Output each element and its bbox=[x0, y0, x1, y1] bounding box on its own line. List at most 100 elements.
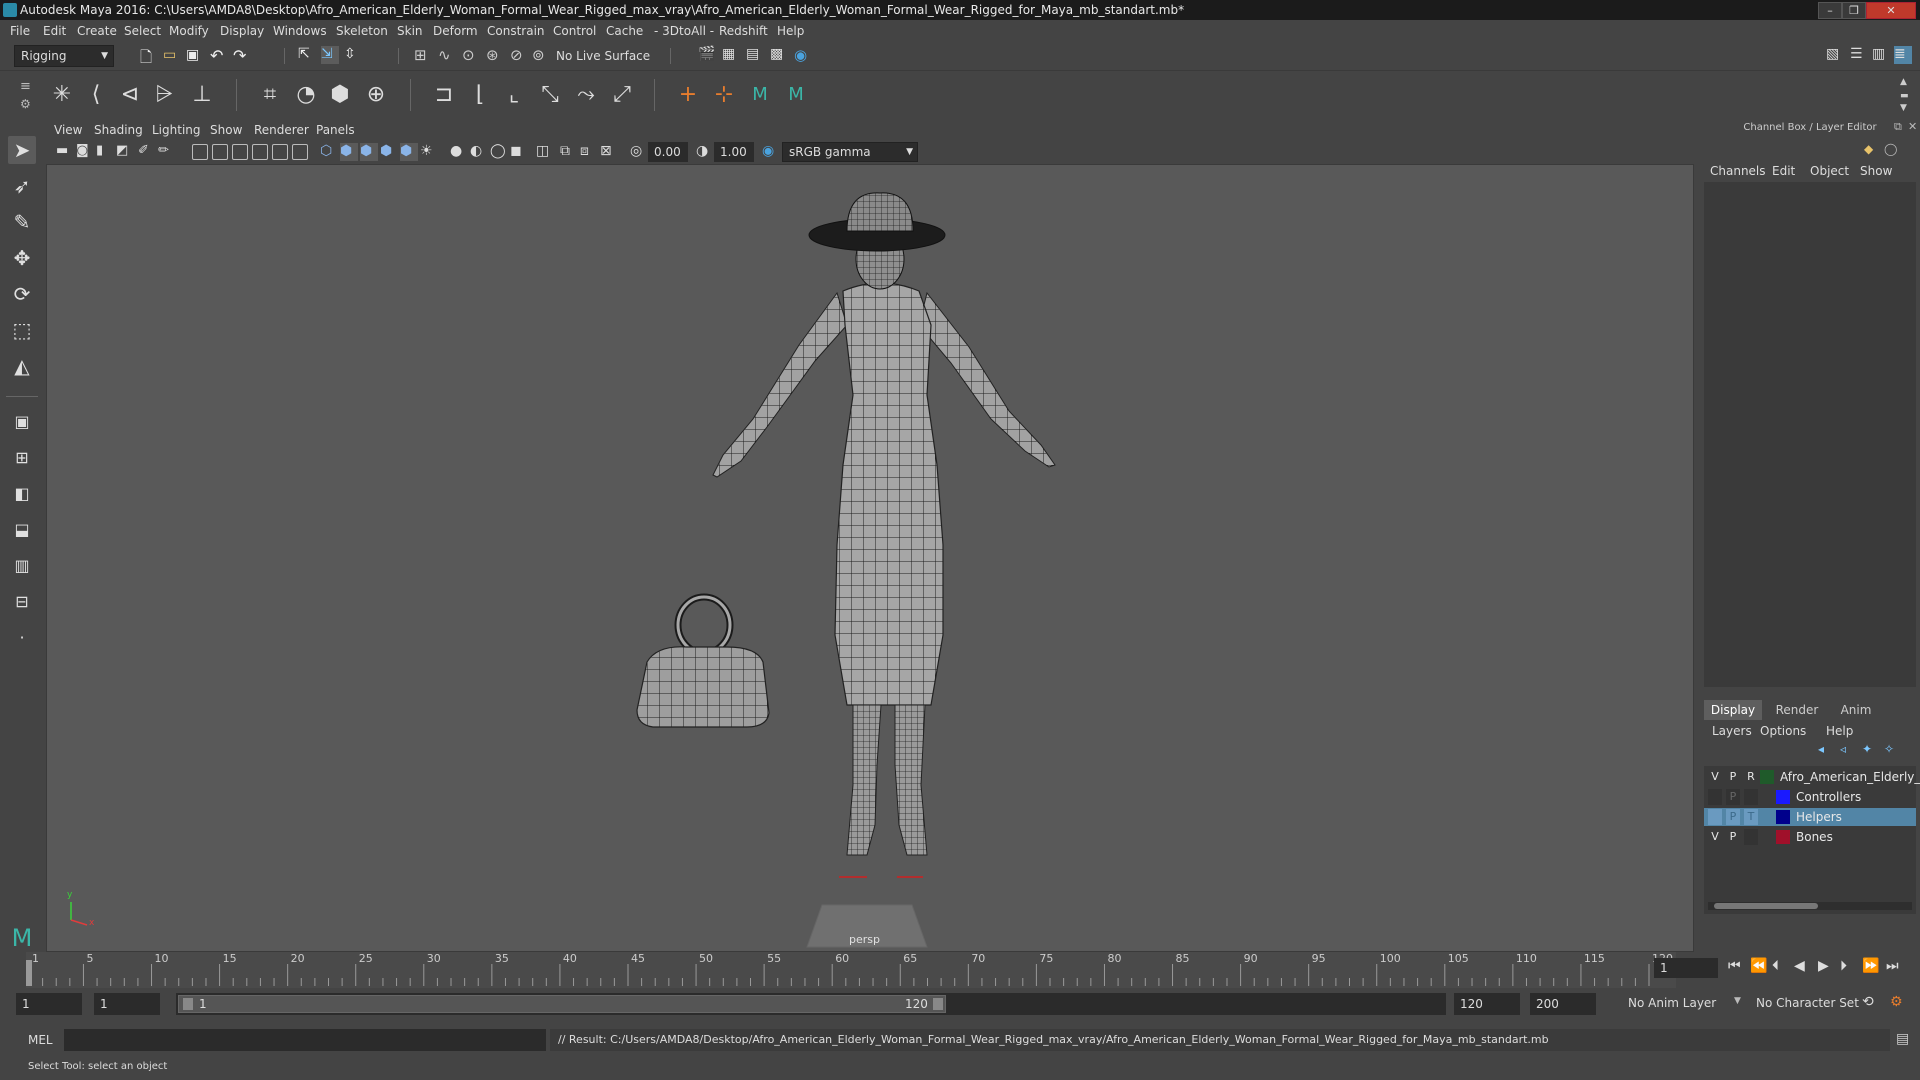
layer-menu-options[interactable]: Options bbox=[1760, 724, 1806, 738]
close-button[interactable]: ✕ bbox=[1866, 2, 1916, 19]
cluster-icon[interactable]: ⊕ bbox=[362, 81, 390, 109]
xray-joints-icon[interactable]: ⧈ bbox=[580, 143, 598, 161]
range-slider[interactable]: 1 120 bbox=[176, 993, 1446, 1015]
layer-row[interactable]: P Controllers bbox=[1704, 788, 1916, 806]
layer-visibility-toggle[interactable]: V bbox=[1708, 829, 1722, 845]
paint-skin-weights-icon[interactable]: ◔ bbox=[292, 81, 320, 109]
gamma-icon[interactable]: ◑ bbox=[696, 143, 714, 161]
menu-cache[interactable]: Cache bbox=[606, 24, 643, 38]
menu-constrain[interactable]: Constrain bbox=[487, 24, 545, 38]
view-transform-dropdown[interactable]: sRGB gamma ▼ bbox=[782, 142, 918, 162]
layer-tab-render[interactable]: Render bbox=[1766, 700, 1828, 720]
maximize-button[interactable]: ❐ bbox=[1842, 2, 1866, 19]
wireframe-icon[interactable]: ⬡ bbox=[320, 143, 338, 161]
modeling-toolkit-icon[interactable]: ▧ bbox=[1826, 46, 1844, 64]
gamma-field[interactable]: 1.00 bbox=[714, 142, 754, 162]
animation-preferences-icon[interactable]: ⚙ bbox=[1890, 994, 1903, 1010]
layer-list-scrollbar[interactable] bbox=[1708, 902, 1912, 910]
viewport-menu-lighting[interactable]: Lighting bbox=[152, 123, 201, 137]
layer-display-type-toggle[interactable]: R bbox=[1744, 769, 1758, 785]
anim-layer-dropdown[interactable]: No Anim Layer bbox=[1622, 993, 1742, 1015]
move-layer-down-icon[interactable]: ◃ bbox=[1840, 742, 1846, 756]
two-d-pan-zoom-icon[interactable]: ✐ bbox=[138, 143, 156, 161]
tool-settings-icon[interactable]: ▥ bbox=[1872, 46, 1890, 64]
channel-box-key-icon[interactable]: ◆ bbox=[1864, 142, 1873, 156]
persp-graph-layout-icon[interactable]: ⬓ bbox=[8, 516, 36, 544]
time-slider[interactable]: 1 5 10 15 20 25 30 35 40 45 50 55 60 65 70 75 80 85 90 95 10… bbox=[0, 952, 1920, 988]
layer-row[interactable]: V P R Afro_American_Elderly_W bbox=[1704, 768, 1920, 786]
menu-control[interactable]: Control bbox=[553, 24, 596, 38]
command-input[interactable] bbox=[64, 1029, 546, 1051]
viewport-menu-shading[interactable]: Shading bbox=[94, 123, 143, 137]
animation-start-field[interactable]: 1 bbox=[16, 993, 82, 1015]
persp-outliner-layout-icon[interactable]: ◧ bbox=[8, 480, 36, 508]
range-end-grip[interactable] bbox=[933, 998, 943, 1010]
layer-tab-anim[interactable]: Anim bbox=[1830, 700, 1882, 720]
layer-menu-help[interactable]: Help bbox=[1826, 724, 1853, 738]
playback-end-field[interactable]: 120 bbox=[1454, 993, 1520, 1015]
step-forward-icon[interactable]: ⏩ bbox=[1862, 958, 1879, 974]
outliner-persp-graph-layout-icon[interactable]: ▥ bbox=[8, 552, 36, 580]
layer-playback-toggle[interactable]: P bbox=[1726, 789, 1740, 805]
last-tool-icon[interactable]: ◭ bbox=[8, 352, 36, 380]
new-empty-layer-icon[interactable]: ✦ bbox=[1862, 742, 1872, 756]
layer-color-swatch[interactable] bbox=[1760, 770, 1774, 784]
character-mesh[interactable] bbox=[712, 192, 1056, 878]
menu-skin[interactable]: Skin bbox=[397, 24, 423, 38]
lasso-tool-icon[interactable]: ➶ bbox=[8, 172, 36, 200]
channel-box-options-icon[interactable]: ◯ bbox=[1884, 142, 1897, 156]
go-to-start-icon[interactable]: ⏮ bbox=[1728, 958, 1741, 974]
layer-color-swatch[interactable] bbox=[1776, 790, 1790, 804]
select-tool-icon[interactable]: ➤ bbox=[8, 136, 36, 164]
playback-start-field[interactable]: 1 bbox=[94, 993, 160, 1015]
single-perspective-layout-icon[interactable]: ▣ bbox=[8, 408, 36, 436]
field-chart-icon[interactable] bbox=[272, 144, 288, 160]
range-start-grip[interactable] bbox=[183, 998, 193, 1010]
snap-to-grid-icon[interactable]: ⊞ bbox=[414, 46, 432, 64]
textured-icon[interactable]: ⬢ bbox=[380, 143, 398, 161]
close-panel-icon[interactable]: ✕ bbox=[1908, 120, 1917, 133]
menu-redshift[interactable]: Redshift bbox=[719, 24, 768, 38]
layer-display-type-toggle[interactable] bbox=[1744, 789, 1758, 805]
collapse-toolbox-icon[interactable]: · bbox=[8, 624, 36, 652]
menu-modify[interactable]: Modify bbox=[169, 24, 209, 38]
exposure-icon[interactable]: ◎ bbox=[630, 143, 648, 161]
color-management-icon[interactable]: ◉ bbox=[762, 143, 780, 161]
scale-tool-icon[interactable]: ⬚ bbox=[8, 316, 36, 344]
paint-select-tool-icon[interactable]: ✎ bbox=[8, 208, 36, 236]
rotate-tool-icon[interactable]: ⟳ bbox=[8, 280, 36, 308]
shelf-scroll-mid-icon[interactable]: ▬ bbox=[1900, 91, 1909, 101]
isolate-select-icon[interactable]: ◫ bbox=[536, 143, 554, 161]
ik-spline-handle-icon[interactable]: ⊥ bbox=[188, 81, 216, 109]
lattice-icon[interactable]: ⬢ bbox=[326, 81, 354, 109]
step-forward-key-icon[interactable]: ⏵ bbox=[1840, 958, 1847, 974]
go-to-end-icon[interactable]: ⏭ bbox=[1886, 958, 1899, 974]
render-view-icon[interactable]: ◉ bbox=[794, 46, 812, 64]
character-set-dropdown[interactable]: No Character Set bbox=[1750, 993, 1870, 1015]
safe-action-icon[interactable] bbox=[292, 144, 308, 160]
aim-constraint-icon[interactable]: ⤳ bbox=[572, 81, 600, 109]
mirror-joint-icon[interactable]: ⊲ bbox=[116, 81, 144, 109]
render-settings-icon[interactable]: ▤ bbox=[746, 46, 764, 64]
move-tool-icon[interactable]: ✥ bbox=[8, 244, 36, 272]
create-joints-icon[interactable]: ✳ bbox=[48, 81, 76, 109]
anti-aliasing-icon[interactable]: ◯ bbox=[490, 143, 508, 161]
shelf-scroll-up-icon[interactable]: ▲ bbox=[1900, 77, 1907, 87]
select-camera-icon[interactable]: ▬ bbox=[56, 143, 74, 161]
viewport-menu-view[interactable]: View bbox=[54, 123, 82, 137]
chevron-down-icon[interactable]: ▼ bbox=[1734, 996, 1741, 1006]
layer-playback-toggle[interactable]: P bbox=[1726, 829, 1740, 845]
viewport-menu-renderer[interactable]: Renderer bbox=[254, 123, 309, 137]
viewport-menu-show[interactable]: Show bbox=[210, 123, 242, 137]
layer-row[interactable]: P T Helpers bbox=[1704, 808, 1916, 826]
layer-playback-toggle[interactable]: P bbox=[1726, 769, 1740, 785]
shelf-scroll-down-icon[interactable]: ▼ bbox=[1900, 103, 1907, 113]
point-constraint-icon[interactable]: ⌊ bbox=[466, 81, 494, 109]
redo-icon[interactable]: ↷ bbox=[233, 46, 251, 65]
layer-display-type-toggle[interactable] bbox=[1744, 829, 1758, 845]
render-current-frame-icon[interactable]: 🎬 bbox=[698, 46, 716, 64]
float-panel-icon[interactable]: ⧉ bbox=[1894, 120, 1902, 134]
layer-color-swatch[interactable] bbox=[1776, 810, 1790, 824]
hik-control-icon[interactable]: M bbox=[782, 81, 810, 109]
play-forwards-icon[interactable]: ▶ bbox=[1818, 958, 1829, 974]
